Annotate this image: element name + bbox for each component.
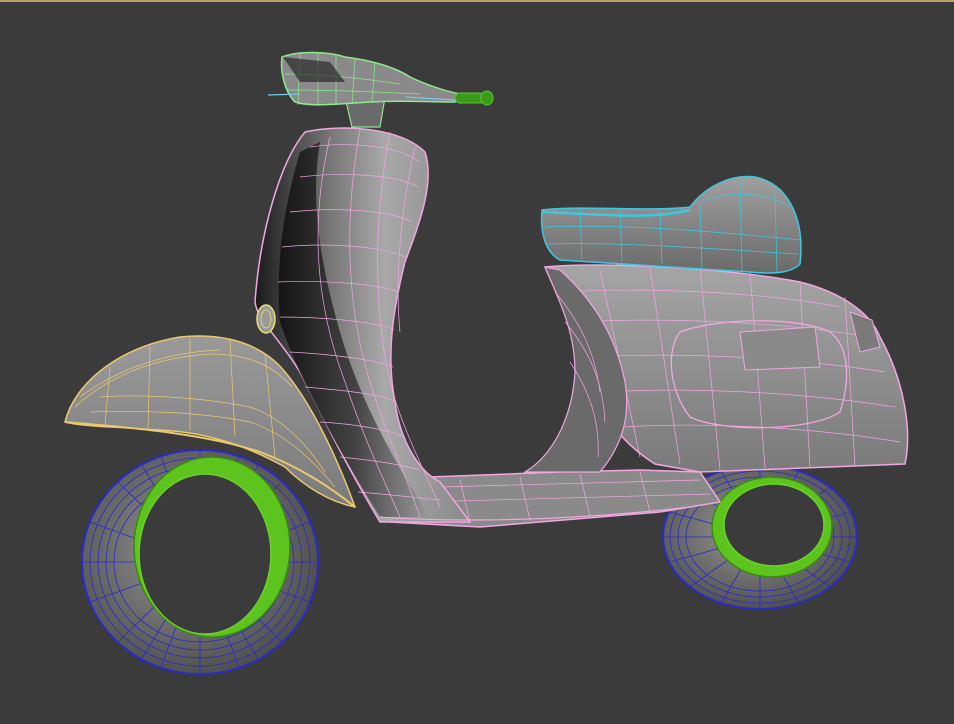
handlebar[interactable] <box>267 51 494 106</box>
scooter-model <box>64 51 909 675</box>
horn-light <box>256 304 276 334</box>
seat[interactable] <box>540 175 802 274</box>
front-wheel[interactable] <box>81 449 319 675</box>
3d-viewport[interactable] <box>0 0 954 722</box>
